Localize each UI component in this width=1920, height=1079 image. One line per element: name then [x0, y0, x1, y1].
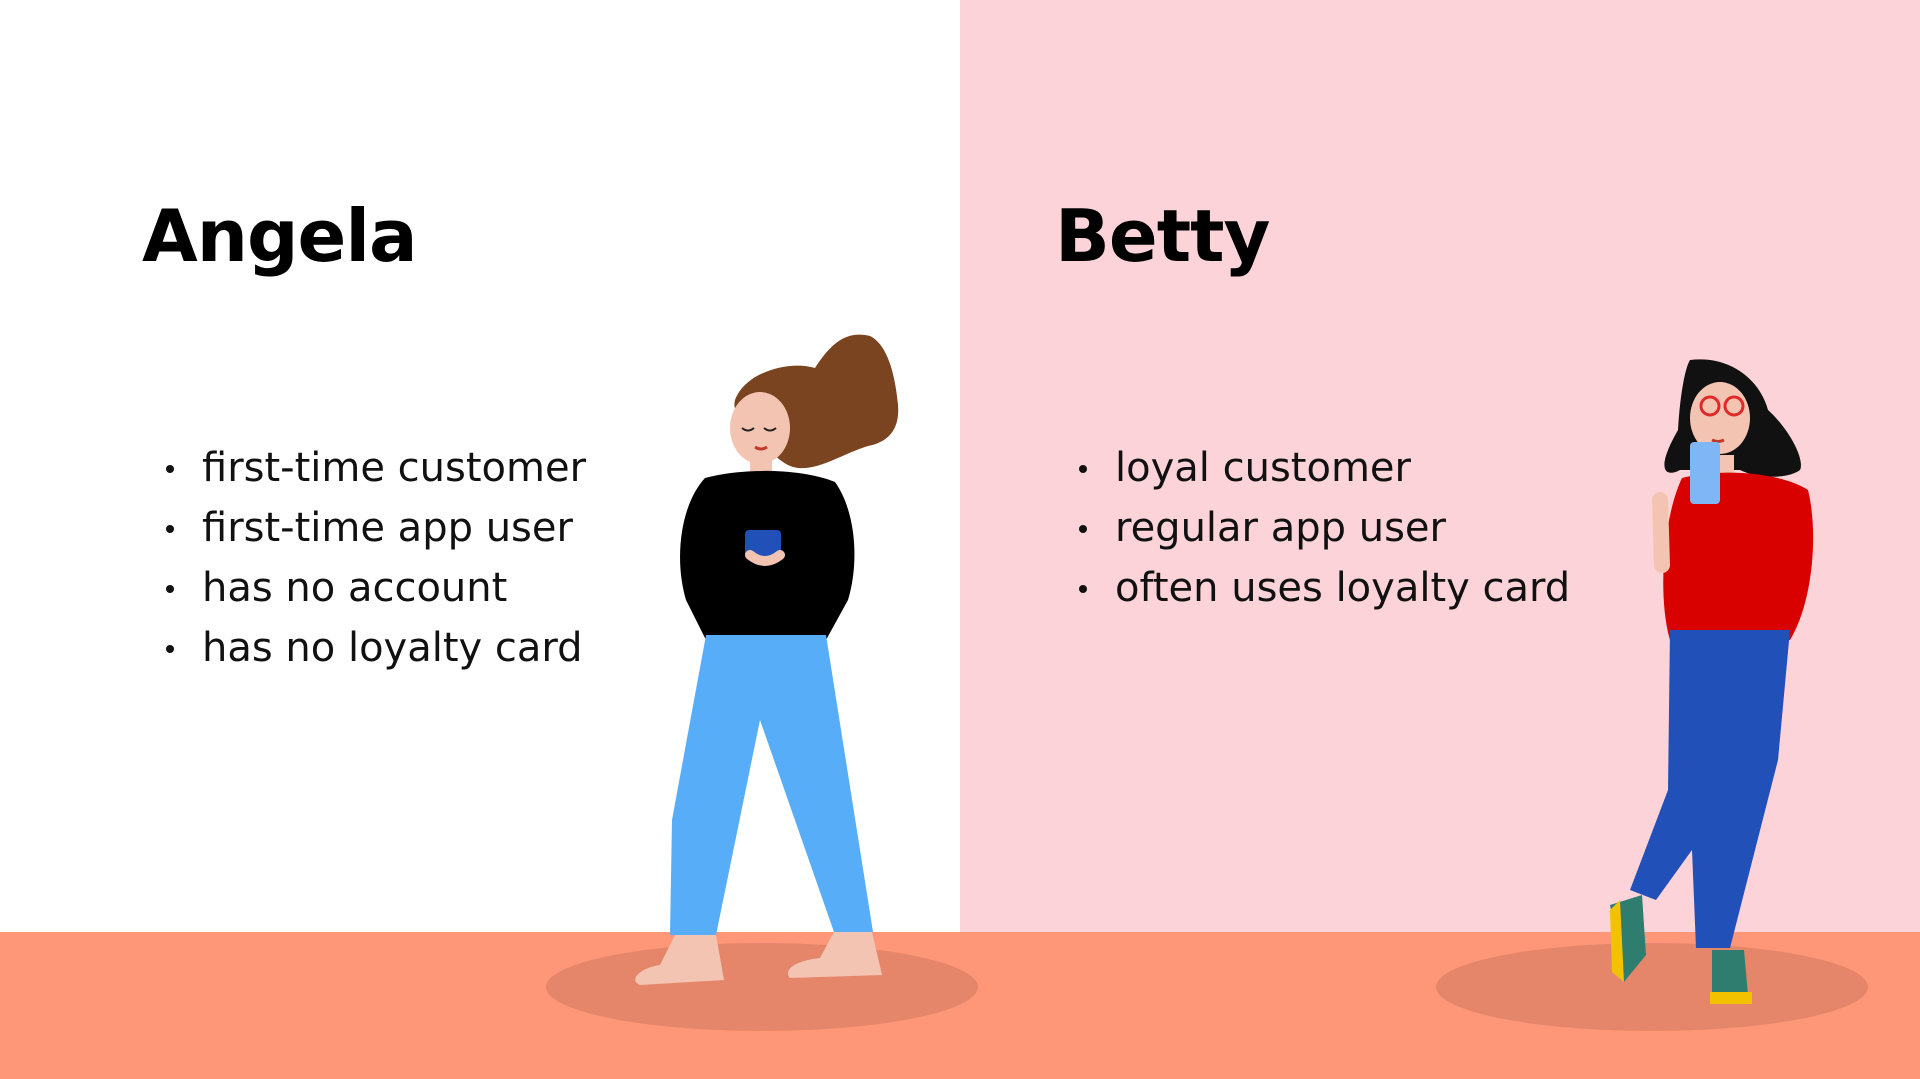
- betty-illustration: [1436, 359, 1868, 1031]
- betty-arm: [1652, 492, 1670, 573]
- betty-pants: [1630, 630, 1790, 948]
- betty-phone: [1690, 442, 1720, 504]
- betty-shadow: [1436, 943, 1868, 1031]
- betty-mouth: [1711, 438, 1725, 443]
- betty-sock: [1712, 950, 1748, 995]
- betty-top: [1663, 472, 1814, 640]
- betty-shoe: [1710, 992, 1752, 1004]
- persona-slide: Angela first-time customer first-time ap…: [0, 0, 1920, 1079]
